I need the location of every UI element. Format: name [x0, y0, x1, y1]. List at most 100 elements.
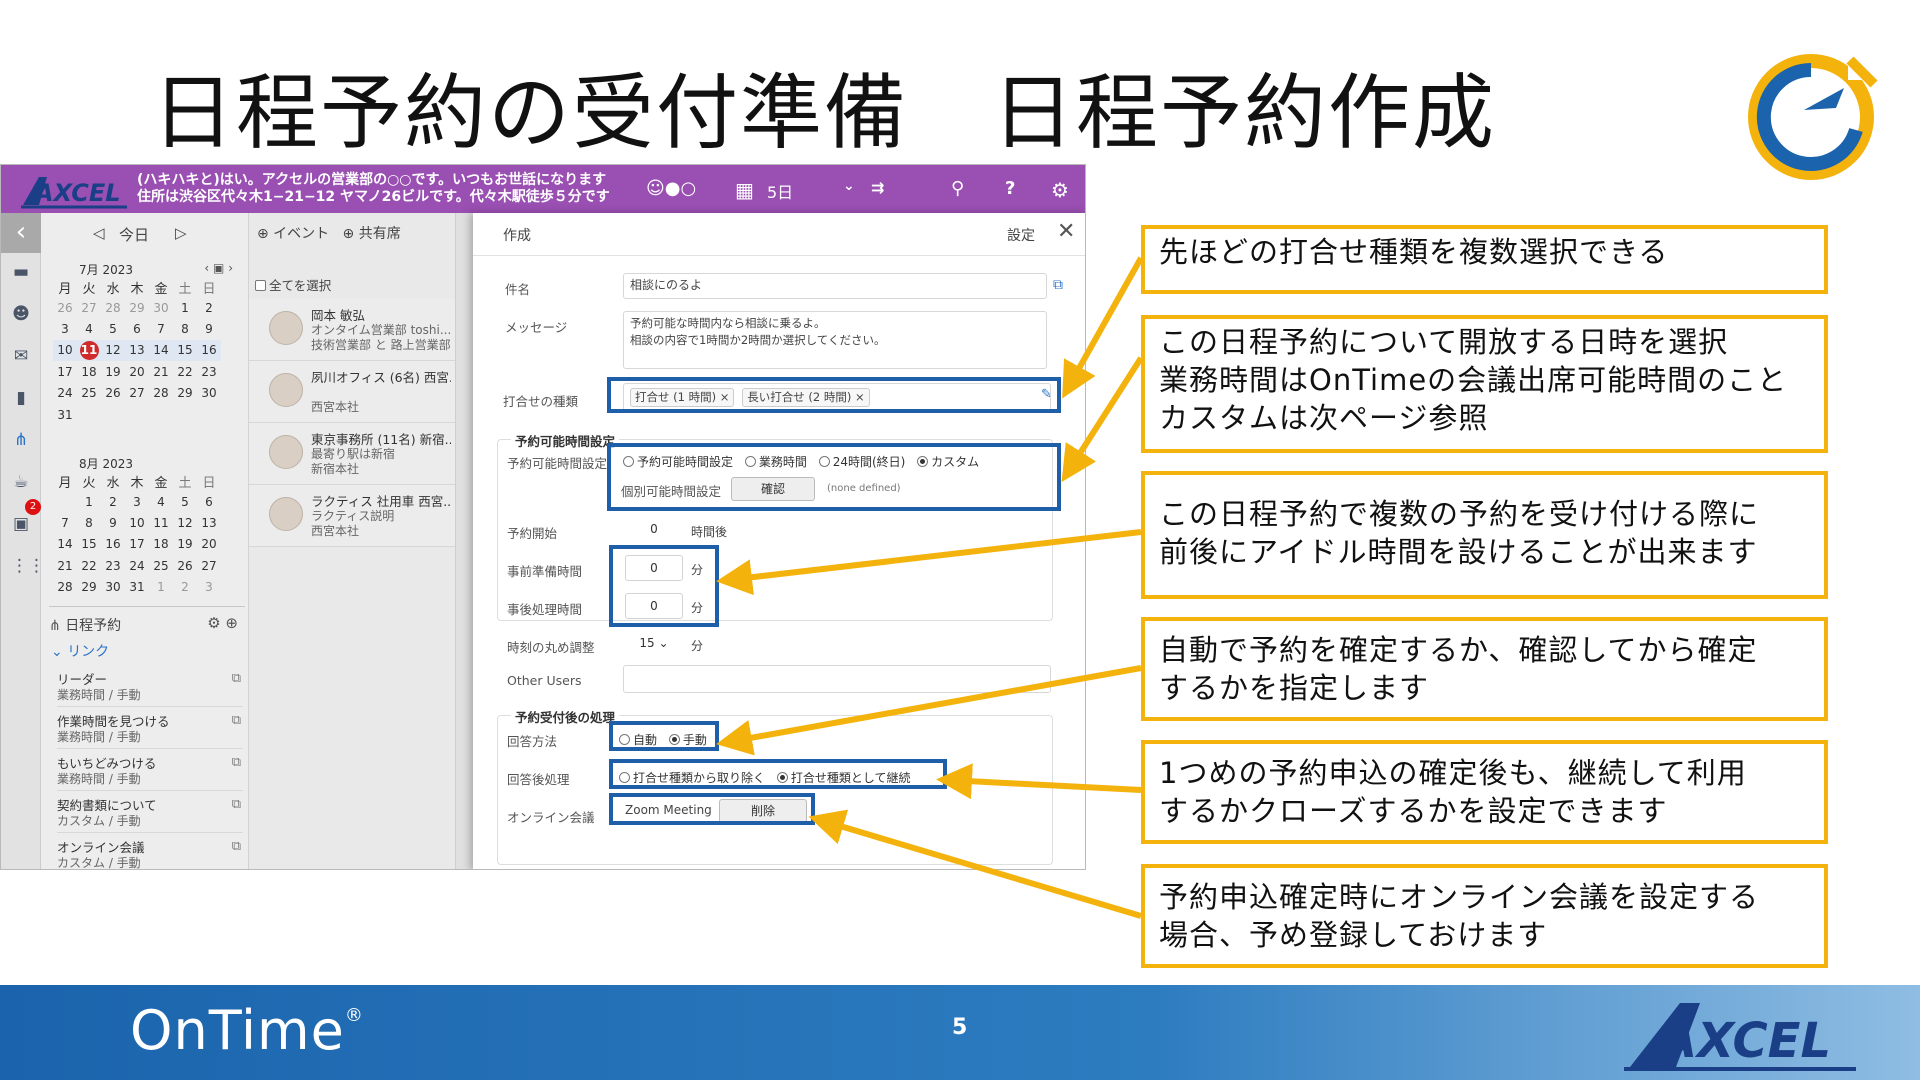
chevron-down-icon[interactable]: ⌄	[843, 178, 855, 194]
close-icon[interactable]: ✕	[1057, 219, 1075, 244]
columns-icon[interactable]: ⇉	[871, 178, 884, 197]
coffee-nav-icon[interactable]: ☕	[11, 473, 31, 491]
copy-link-icon[interactable]: ⧉	[232, 713, 241, 728]
schedule-link-item[interactable]: 契約書類について カスタム / 手動 ⧉	[57, 791, 243, 833]
calendar-day[interactable]: 2	[197, 297, 221, 318]
calendar-day[interactable]: 9	[101, 512, 125, 533]
calendar-day[interactable]: 31	[53, 404, 77, 425]
calendar-day[interactable]: 30	[197, 383, 221, 404]
message-textarea[interactable]: 予約可能な時間内なら相談に乗るよ。 相談の内容で1時間か2時間か選択してください…	[623, 311, 1047, 369]
schedule-link-item[interactable]: リーダー 業務時間 / 手動 ⧉	[57, 665, 243, 707]
calendar-day[interactable]: 27	[197, 555, 221, 576]
calendar-day[interactable]: 10	[125, 512, 149, 533]
link-header[interactable]: ⌄ リンク	[51, 641, 109, 661]
calendar-day[interactable]: 24	[125, 555, 149, 576]
calendar-day[interactable]: 12	[101, 339, 125, 362]
calendar-day[interactable]: 11	[77, 339, 101, 362]
copy-link-icon[interactable]: ⧉	[232, 839, 241, 854]
calendar-day[interactable]: 27	[125, 383, 149, 404]
person-item[interactable]: 夙川オフィス (6名) 西宮... 西宮本社	[249, 361, 455, 423]
person-item[interactable]: ラクティス 社用車 西宮... ラクティス説明 西宮本社	[249, 485, 455, 547]
calendar-day[interactable]: 26	[101, 383, 125, 404]
calendar-day[interactable]: 5	[173, 491, 197, 512]
copy-link-icon[interactable]: ⧉	[232, 797, 241, 812]
calendar-day[interactable]: 8	[77, 512, 101, 533]
calendar-day[interactable]: 26	[53, 297, 77, 318]
calendar-day[interactable]: 16	[101, 534, 125, 555]
subject-input[interactable]: 相談にのるよ	[623, 273, 1047, 299]
add-icon[interactable]: ⊕	[225, 614, 238, 632]
calendar-day[interactable]: 13	[197, 512, 221, 533]
event-nav-icon[interactable]: ▣	[11, 515, 31, 533]
calendar-day[interactable]: 18	[77, 361, 101, 382]
copy-link-icon[interactable]: ⧉	[232, 671, 241, 686]
person-item[interactable]: 岡本 敏弘 オンタイム営業部 toshi... 技術営業部 と 路上営業部	[249, 299, 455, 361]
calendar-day[interactable]: 30	[149, 297, 173, 318]
shared-button[interactable]: ⊕ 共有席	[343, 226, 401, 242]
select-all[interactable]: 全てを選択	[255, 275, 331, 294]
calendar-day[interactable]: 17	[53, 361, 77, 382]
gear-icon[interactable]: ⚙	[1051, 178, 1069, 202]
calendar-day[interactable]: 11	[149, 512, 173, 533]
calendar-day[interactable]: 23	[101, 555, 125, 576]
rounding-select[interactable]: 15 ⌄	[625, 631, 683, 657]
calendar-day[interactable]: 29	[173, 383, 197, 404]
next-button[interactable]: ▷	[175, 224, 187, 242]
calendar-day[interactable]: 22	[77, 555, 101, 576]
copy-icon[interactable]: ⧉	[1053, 277, 1063, 293]
search-people-icon[interactable]: ⚲	[951, 178, 964, 199]
prev-button[interactable]: ◁	[93, 224, 105, 242]
calendar-day[interactable]: 4	[77, 318, 101, 339]
calendar-day[interactable]: 1	[77, 491, 101, 512]
calendar-day[interactable]: 29	[77, 577, 101, 598]
calendar-day[interactable]: 24	[53, 383, 77, 404]
calendar-day[interactable]: 22	[173, 361, 197, 382]
mail-nav-icon[interactable]: ✉	[11, 347, 31, 365]
days-selector[interactable]: 5日	[767, 179, 793, 203]
calendar-day[interactable]: 18	[149, 534, 173, 555]
calendar-day[interactable]: 2	[101, 491, 125, 512]
month-nav-icon[interactable]: ‹ ▣ ›	[204, 261, 233, 275]
back-icon[interactable]: ‹	[1, 213, 41, 253]
schedule-link-item[interactable]: もいちどみつける 業務時間 / 手動 ⧉	[57, 749, 243, 791]
calendar-day[interactable]: 4	[149, 491, 173, 512]
calendar-day[interactable]: 27	[77, 297, 101, 318]
calendar-day[interactable]: 1	[173, 297, 197, 318]
event-button[interactable]: ⊕ イベント	[257, 226, 329, 242]
calendar-day[interactable]: 31	[125, 577, 149, 598]
chart-nav-icon[interactable]: ▮	[11, 389, 31, 407]
calendar-day[interactable]: 12	[173, 512, 197, 533]
calendar-day[interactable]: 2	[173, 577, 197, 598]
calendar-day[interactable]: 3	[125, 491, 149, 512]
gear-icon[interactable]: ⚙	[207, 614, 220, 632]
calendar-day[interactable]: 21	[149, 361, 173, 382]
calendar-day[interactable]: 25	[149, 555, 173, 576]
other-users-input[interactable]	[623, 665, 1051, 693]
calendar-day[interactable]: 5	[101, 318, 125, 339]
calendar-day[interactable]: 21	[53, 555, 77, 576]
calendar-day[interactable]: 23	[197, 361, 221, 382]
apps-grid-icon[interactable]: ⋮⋮	[11, 557, 45, 575]
calendar-day[interactable]: 6	[125, 318, 149, 339]
calendar-day[interactable]: 3	[53, 318, 77, 339]
calendar-day[interactable]: 20	[197, 534, 221, 555]
people-nav-icon[interactable]: ☻	[11, 305, 31, 323]
calendar-day[interactable]: 3	[197, 577, 221, 598]
share-nav-icon[interactable]: ⋔	[11, 431, 31, 449]
calendar-icon[interactable]: ▦	[735, 178, 754, 202]
calendar-day[interactable]: 6	[197, 491, 221, 512]
calendar-day[interactable]: 8	[173, 318, 197, 339]
calendar-day[interactable]: 26	[173, 555, 197, 576]
calendar-day[interactable]: 16	[197, 339, 221, 362]
calendar-day[interactable]: 14	[149, 339, 173, 362]
today-button[interactable]: 今日	[119, 224, 149, 245]
calendar-day[interactable]: 10	[53, 339, 77, 362]
calendar-day[interactable]: 17	[125, 534, 149, 555]
calendar-day[interactable]: 1	[149, 577, 173, 598]
people-toggle-icon[interactable]: ☺●○	[646, 178, 696, 199]
schedule-link-item[interactable]: 作業時間を見つける 業務時間 / 手動 ⧉	[57, 707, 243, 749]
calendar-day[interactable]: 13	[125, 339, 149, 362]
calendar-day[interactable]: 28	[149, 383, 173, 404]
calendar-day[interactable]: 29	[125, 297, 149, 318]
calendar-day[interactable]: 15	[77, 534, 101, 555]
